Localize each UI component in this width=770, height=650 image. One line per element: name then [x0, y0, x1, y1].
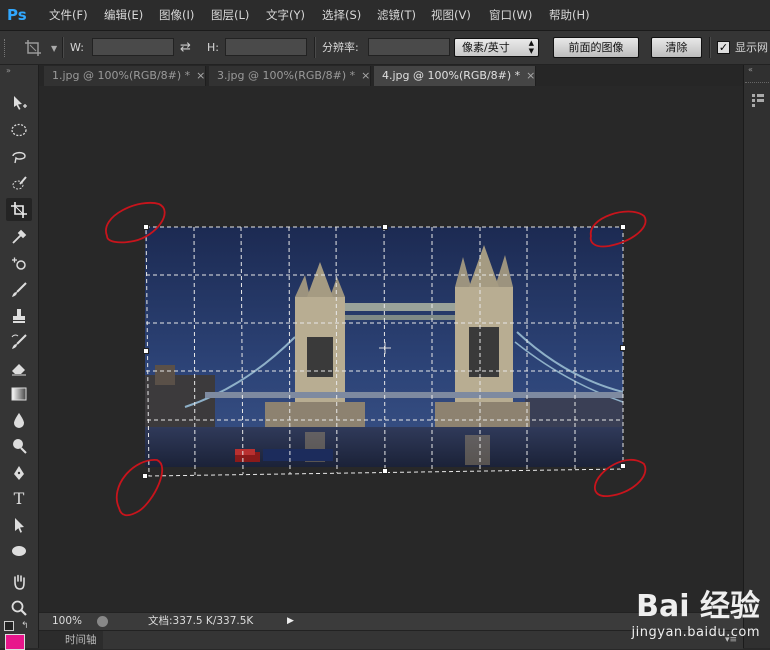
tab-1-jpg[interactable]: 1.jpg @ 100%(RGB/8#) * ×: [44, 66, 206, 86]
expand-panels-icon[interactable]: «: [748, 65, 753, 74]
resolution-unit-value: 像素/英寸: [462, 41, 510, 54]
path-selection-tool-icon[interactable]: [6, 513, 32, 536]
crop-tool-icon[interactable]: [6, 198, 32, 221]
tab-label: 4.jpg @ 100%(RGB/8#) *: [382, 69, 521, 82]
select-arrows-icon: ▲ ▼: [528, 39, 534, 55]
collapse-icon[interactable]: »: [6, 66, 11, 75]
move-tool-icon[interactable]: [6, 91, 32, 114]
document-tabs: 1.jpg @ 100%(RGB/8#) * × 3.jpg @ 100%(RGB…: [39, 65, 743, 86]
perspective-crop-tool-icon[interactable]: [24, 39, 44, 57]
menu-view[interactable]: 视图(V): [431, 0, 471, 30]
zoom-level[interactable]: 100%: [52, 613, 82, 630]
marquee-tool-icon[interactable]: [6, 118, 32, 141]
swap-colors-icon[interactable]: ↰: [21, 621, 29, 631]
dock-grip[interactable]: [745, 82, 769, 85]
options-grip[interactable]: [4, 39, 8, 57]
tab-label: 3.jpg @ 100%(RGB/8#) *: [217, 69, 356, 82]
status-menu-arrow-icon[interactable]: ▶: [287, 613, 294, 630]
width-label: W:: [70, 41, 84, 54]
crop-handle-right[interactable]: [620, 345, 626, 351]
menu-image[interactable]: 图像(I): [159, 0, 194, 30]
menu-window[interactable]: 窗口(W): [489, 0, 532, 30]
menu-filter[interactable]: 滤镜(T): [377, 0, 416, 30]
toolbox: » T ↰: [0, 65, 39, 650]
options-divider: [709, 37, 711, 58]
ellipse-tool-icon[interactable]: [6, 539, 32, 562]
lasso-tool-icon[interactable]: [6, 145, 32, 168]
show-grid-label: 显示网: [735, 41, 768, 54]
watermark-brand: Bai 经验: [636, 589, 760, 624]
app-logo: Ps: [7, 6, 27, 24]
crop-handle-bottom-right[interactable]: [620, 463, 626, 469]
document-size: 文档:337.5 K/337.5K: [148, 615, 254, 627]
history-brush-tool-icon[interactable]: [6, 330, 32, 353]
canvas-area[interactable]: [39, 86, 743, 612]
blur-tool-icon[interactable]: [6, 408, 32, 431]
swap-icon[interactable]: ⇄: [180, 40, 198, 56]
crop-handle-top-left[interactable]: [143, 224, 149, 230]
healing-brush-tool-icon[interactable]: [6, 252, 32, 275]
type-tool-icon[interactable]: T: [6, 487, 32, 510]
tab-label: 1.jpg @ 100%(RGB/8#) *: [52, 69, 191, 82]
menu-help[interactable]: 帮助(H): [549, 0, 590, 30]
tab-3-jpg[interactable]: 3.jpg @ 100%(RGB/8#) * ×: [209, 66, 371, 86]
pen-tool-icon[interactable]: [6, 461, 32, 484]
crop-handle-top[interactable]: [382, 224, 388, 230]
gradient-tool-icon[interactable]: [6, 382, 32, 405]
menu-bar: Ps 文件(F) 编辑(E) 图像(I) 图层(L) 文字(Y) 选择(S) 滤…: [0, 0, 770, 31]
eyedropper-tool-icon[interactable]: [6, 225, 32, 248]
show-grid-checkbox[interactable]: ✓: [717, 41, 730, 54]
front-image-button[interactable]: 前面的图像: [553, 37, 639, 58]
panel-icon[interactable]: [752, 93, 764, 107]
tab-close-icon[interactable]: ×: [196, 69, 205, 82]
crop-handle-top-right[interactable]: [620, 224, 626, 230]
quick-selection-tool-icon[interactable]: [6, 172, 32, 195]
default-colors-icon[interactable]: [4, 621, 14, 631]
menu-layer[interactable]: 图层(L): [211, 0, 249, 30]
brush-tool-icon[interactable]: [6, 278, 32, 301]
timeline-tab[interactable]: 时间轴: [65, 631, 97, 649]
right-panel-dock: «: [743, 65, 770, 648]
crop-handle-bottom-left[interactable]: [142, 473, 148, 479]
status-info-icon[interactable]: [97, 616, 108, 627]
options-bar: ▼ W: ⇄ H: 分辨率: 像素/英寸 ▲ ▼ 前面的图像 清除 ✓ 显示网: [0, 31, 770, 65]
hand-tool-icon[interactable]: [6, 570, 32, 593]
baidu-jingyan-watermark: Bai 经验 jingyan.baidu.com: [631, 589, 760, 641]
crop-handle-left[interactable]: [143, 348, 149, 354]
menu-edit[interactable]: 编辑(E): [104, 0, 143, 30]
eraser-tool-icon[interactable]: [6, 356, 32, 379]
resolution-input[interactable]: [368, 38, 450, 56]
menu-select[interactable]: 选择(S): [322, 0, 361, 30]
tab-close-icon[interactable]: ×: [361, 69, 370, 82]
resolution-unit-select[interactable]: 像素/英寸 ▲ ▼: [454, 38, 539, 57]
options-divider: [314, 37, 316, 58]
width-input[interactable]: [92, 38, 174, 56]
watermark-url: jingyan.baidu.com: [631, 625, 760, 640]
height-input[interactable]: [225, 38, 307, 56]
tab-4-jpg[interactable]: 4.jpg @ 100%(RGB/8#) * ×: [374, 66, 536, 86]
clone-stamp-tool-icon[interactable]: [6, 304, 32, 327]
menu-file[interactable]: 文件(F): [49, 0, 88, 30]
options-divider: [62, 37, 64, 58]
menu-type[interactable]: 文字(Y): [266, 0, 305, 30]
tab-close-icon[interactable]: ×: [526, 69, 535, 82]
resolution-label: 分辨率:: [322, 41, 359, 54]
dodge-tool-icon[interactable]: [6, 434, 32, 457]
crop-handle-bottom[interactable]: [382, 468, 388, 474]
zoom-tool-icon[interactable]: [6, 596, 32, 619]
clear-button[interactable]: 清除: [651, 37, 702, 58]
height-label: H:: [207, 41, 219, 54]
tool-preset-chevron-icon[interactable]: ▼: [51, 44, 57, 53]
